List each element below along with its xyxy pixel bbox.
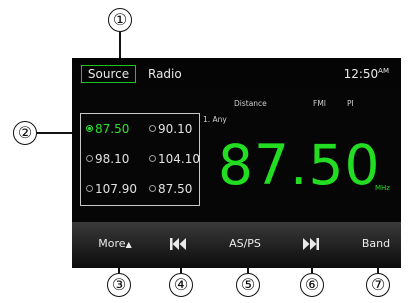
clock-ampm: AM [378,67,389,75]
frequency-unit: MHz [375,184,390,192]
callout-7: ⑦ [366,273,390,297]
as-ps-button[interactable]: AS/PS [220,236,270,252]
callout-1: ① [108,8,132,32]
distance-label: Distance [234,99,267,108]
skip-next-icon [303,238,319,250]
bottom-bar: More▲ AS/PS Band [72,222,401,268]
radio-dot-icon [86,155,93,162]
callout-2: ② [13,121,37,145]
band-button[interactable]: Band [354,236,398,252]
preset-freq: 87.50 [158,182,193,196]
preset-4[interactable]: 104.10 [149,152,200,166]
preset-freq: 90.10 [158,122,193,136]
preset-freq: 104.10 [158,152,200,166]
radio-dot-icon [149,155,156,162]
previous-button[interactable] [169,238,189,250]
preset-freq: 98.10 [95,152,130,166]
more-button[interactable]: More▲ [90,236,140,253]
preset-3[interactable]: 98.10 [86,152,129,166]
preset-freq: 107.90 [95,182,137,196]
radio-screen: Source Radio 12:50AM Distance FMI PI 1. … [72,58,401,268]
page-title: Radio [148,67,182,81]
preset-6[interactable]: 87.50 [149,182,192,196]
callout-5: ⑤ [236,273,260,297]
pty-label: 1. Any [203,115,227,124]
preset-1[interactable]: 87.50 [86,122,129,136]
radio-dot-icon [149,125,156,132]
top-bar: Source Radio 12:50AM [72,58,401,88]
next-button[interactable] [302,238,322,250]
preset-freq: 87.50 [95,122,130,136]
callout-6: ⑥ [300,273,324,297]
radio-dot-icon [149,185,156,192]
callout-4: ④ [169,273,193,297]
fm-label: FMI [313,99,326,108]
source-button[interactable]: Source [81,65,136,83]
clock: 12:50AM [344,67,389,81]
triangle-up-icon: ▲ [125,240,132,249]
pi-label: PI [347,99,354,108]
skip-previous-icon [170,238,186,250]
radio-dot-icon [86,125,93,132]
preset-list: 87.50 90.10 98.10 104.10 107.90 87.50 [80,113,200,206]
more-label: More [98,237,126,250]
callout-3: ③ [107,273,131,297]
radio-dot-icon [86,185,93,192]
preset-2[interactable]: 90.10 [149,122,192,136]
preset-5[interactable]: 107.90 [86,182,137,196]
clock-time: 12:50 [343,67,379,81]
current-frequency: 87.50 [218,133,381,197]
